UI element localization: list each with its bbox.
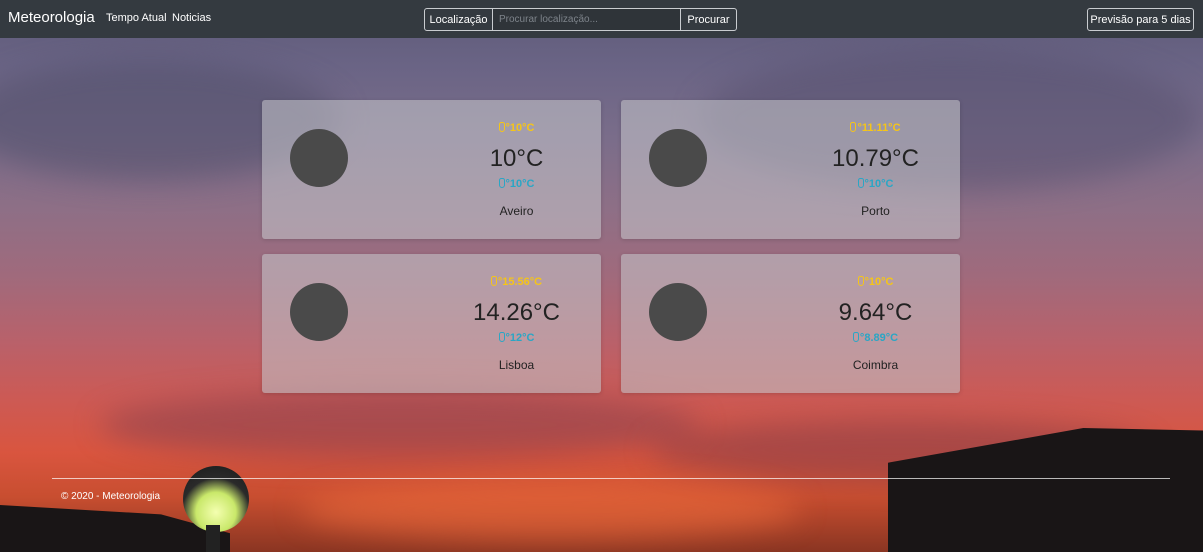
max-temp: °10°C	[432, 122, 601, 134]
city-name: Porto	[861, 204, 890, 218]
max-temp-value: °11.11°C	[857, 122, 901, 134]
thermometer-icon	[490, 276, 497, 286]
max-temp-value: °15.56°C	[497, 276, 543, 288]
max-temp: °11.11°C	[791, 122, 960, 134]
weather-card-aveiro[interactable]: °10°C 10°C °10°C Aveiro	[262, 100, 601, 239]
search-input[interactable]	[493, 9, 680, 30]
min-temp-value: °10°C	[864, 178, 894, 190]
weather-icon	[290, 129, 348, 187]
min-temp-value: °8.89°C	[859, 332, 899, 344]
thermometer-icon	[850, 122, 857, 132]
lamp-post	[206, 525, 220, 552]
city-name: Lisboa	[498, 358, 535, 372]
footer-divider	[52, 478, 1170, 479]
brand-link[interactable]: Meteorologia	[8, 9, 95, 26]
min-temp-value: °10°C	[505, 178, 535, 190]
min-temp: °12°C	[432, 332, 601, 344]
max-temp-value: °10°C	[864, 276, 894, 288]
min-temp: °10°C	[432, 178, 601, 190]
weather-icon	[649, 283, 707, 341]
search-label: Localização	[425, 9, 493, 30]
search-form: Localização Procurar	[424, 8, 737, 31]
top-navbar: Meteorologia Tempo Atual Noticias Locali…	[0, 0, 1203, 38]
thermometer-icon	[857, 178, 864, 188]
current-temp: 14.26°C	[473, 299, 560, 326]
current-temp: 10.79°C	[832, 145, 919, 172]
weather-card-lisboa[interactable]: °15.56°C 14.26°C °12°C Lisboa	[262, 254, 601, 393]
weather-card-coimbra[interactable]: °10°C 9.64°C °8.89°C Coimbra	[621, 254, 960, 393]
forecast-5-days-button[interactable]: Previsão para 5 dias	[1087, 8, 1194, 31]
max-temp: °15.56°C	[432, 276, 601, 288]
thermometer-icon	[498, 178, 505, 188]
thermometer-icon	[498, 332, 505, 342]
search-button[interactable]: Procurar	[680, 9, 736, 30]
max-temp: °10°C	[791, 276, 960, 288]
current-temp: 10°C	[489, 145, 544, 172]
weather-icon	[649, 129, 707, 187]
max-temp-value: °10°C	[505, 122, 535, 134]
thermometer-icon	[498, 122, 505, 132]
current-temp: 9.64°C	[838, 299, 913, 326]
weather-card-porto[interactable]: °11.11°C 10.79°C °10°C Porto	[621, 100, 960, 239]
min-temp-value: °12°C	[505, 332, 535, 344]
min-temp: °8.89°C	[791, 332, 960, 344]
min-temp: °10°C	[791, 178, 960, 190]
thermometer-icon	[857, 276, 864, 286]
street-lamp	[183, 466, 249, 532]
city-name: Aveiro	[499, 204, 534, 218]
nav-link-tempo-atual[interactable]: Tempo Atual	[106, 12, 167, 24]
weather-icon	[290, 283, 348, 341]
footer-copyright: © 2020 - Meteorologia	[61, 491, 161, 502]
thermometer-icon	[852, 332, 859, 342]
city-name: Coimbra	[852, 358, 899, 372]
nav-link-noticias[interactable]: Noticias	[172, 12, 211, 24]
